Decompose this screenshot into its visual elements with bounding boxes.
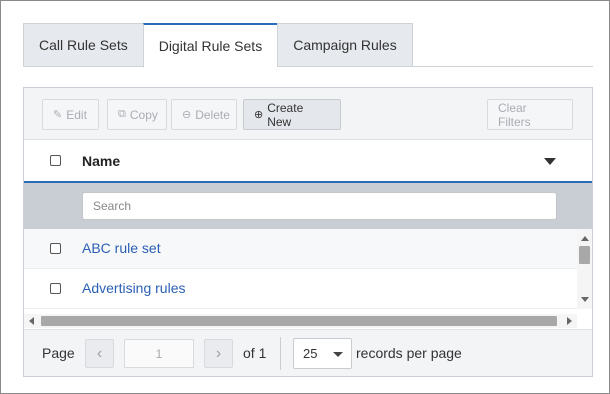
delete-button[interactable]: ⊖ Delete: [171, 99, 237, 130]
page-number-input[interactable]: [124, 339, 194, 368]
scroll-left-arrow-icon[interactable]: [29, 317, 34, 325]
scroll-up-arrow-icon[interactable]: [581, 236, 589, 241]
tab-divider: [23, 66, 593, 67]
table-row: Advertising rules: [24, 269, 577, 309]
minus-circle-icon: ⊖: [182, 109, 192, 121]
scroll-down-arrow-icon[interactable]: [581, 297, 589, 302]
page-size-select[interactable]: 25: [293, 338, 352, 369]
scroll-right-arrow-icon[interactable]: [567, 317, 572, 325]
pagination-bar: Page ‹ › of 1 25 records per page: [24, 329, 592, 376]
previous-page-button[interactable]: ‹: [85, 339, 114, 368]
copy-button-label: Copy: [129, 107, 158, 122]
grid-toolbar: ✎ Edit ⧉ Copy ⊖ Delete ⊕ Create New Clea…: [24, 88, 592, 140]
rule-set-link[interactable]: Advertising rules: [82, 280, 186, 296]
delete-button-label: Delete: [195, 107, 230, 122]
chevron-down-icon: [333, 352, 343, 357]
row-checkbox[interactable]: [50, 283, 61, 294]
vertical-scroll-thumb[interactable]: [579, 246, 590, 264]
table-row: ABC rule set: [24, 229, 577, 269]
column-header-name[interactable]: Name: [82, 153, 120, 169]
tab-digital-rule-sets[interactable]: Digital Rule Sets: [142, 23, 278, 68]
filter-row: [24, 183, 592, 229]
next-page-button[interactable]: ›: [204, 339, 233, 368]
page-label: Page: [42, 345, 75, 361]
name-search-input[interactable]: [82, 192, 557, 220]
create-new-button[interactable]: ⊕ Create New: [243, 99, 341, 130]
vertical-scrollbar[interactable]: [577, 229, 592, 309]
chevron-left-icon: ‹: [96, 344, 103, 362]
edit-button-label: Edit: [66, 107, 87, 122]
tab-campaign-rules[interactable]: Campaign Rules: [277, 23, 413, 67]
create-new-button-label: Create New: [267, 100, 304, 129]
edit-button[interactable]: ✎ Edit: [42, 99, 99, 130]
row-checkbox[interactable]: [50, 243, 61, 254]
clear-filters-label: Clear Filters: [498, 100, 531, 129]
copy-button[interactable]: ⧉ Copy: [107, 99, 167, 130]
sort-caret-icon[interactable]: [544, 158, 556, 165]
tab-call-rule-sets[interactable]: Call Rule Sets: [23, 23, 143, 67]
copy-icon: ⧉: [118, 108, 126, 120]
edit-icon: ✎: [53, 109, 63, 121]
pager-divider: [280, 337, 281, 370]
horizontal-scroll-thumb[interactable]: [41, 316, 557, 326]
plus-circle-icon: ⊕: [254, 109, 264, 121]
page-count-label: of 1: [243, 345, 267, 361]
grid-header-row: Name: [24, 140, 592, 183]
grid-body: ABC rule set Advertising rules: [24, 229, 577, 309]
page-size-value: 25: [303, 346, 318, 361]
chevron-right-icon: ›: [215, 344, 222, 362]
tab-bar: Call Rule Sets Digital Rule Sets Campaig…: [23, 23, 413, 68]
select-all-checkbox[interactable]: [50, 155, 61, 166]
rule-set-link[interactable]: ABC rule set: [82, 240, 161, 256]
records-per-page-label: records per page: [356, 345, 462, 361]
horizontal-scrollbar[interactable]: [24, 314, 577, 328]
window-frame: Call Rule Sets Digital Rule Sets Campaig…: [0, 0, 610, 394]
clear-filters-button[interactable]: Clear Filters: [487, 99, 573, 130]
rule-sets-grid: ✎ Edit ⧉ Copy ⊖ Delete ⊕ Create New Clea…: [23, 87, 593, 377]
